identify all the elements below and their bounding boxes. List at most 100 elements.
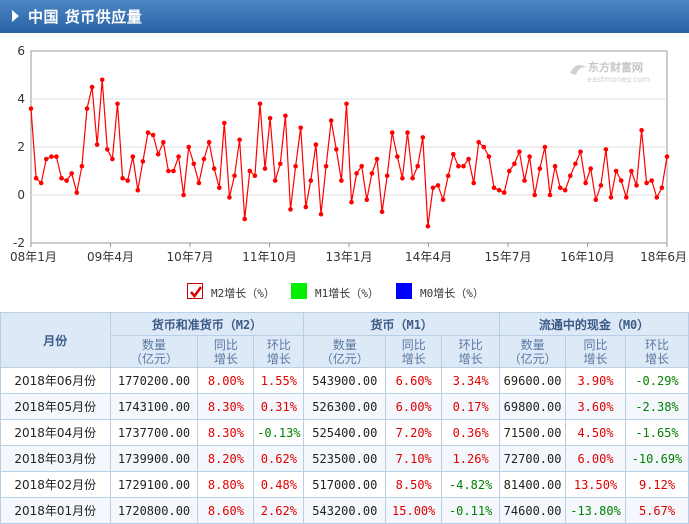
data-point <box>578 149 583 155</box>
data-point <box>573 161 578 167</box>
data-point <box>242 216 247 222</box>
data-point <box>308 178 314 183</box>
m0-yoy-growth-cell: 4.50% <box>565 419 626 446</box>
data-point <box>257 101 263 107</box>
data-point <box>501 190 507 195</box>
m2-group-header: 货币和准货币（M2） <box>109 312 305 336</box>
data-point <box>451 151 456 157</box>
data-point <box>79 163 85 169</box>
m0-mom-growth-cell: 5.67% <box>625 497 689 524</box>
data-point <box>466 156 471 162</box>
m2-yoy-growth-cell: 8.20% <box>197 445 255 472</box>
y-tick-label: 4 <box>17 92 25 106</box>
data-point <box>74 190 80 195</box>
sub-header-line: 增长 <box>458 351 483 366</box>
data-point <box>379 209 385 215</box>
sub-header-line: 同比 <box>583 337 608 352</box>
data-point <box>303 204 309 210</box>
data-point <box>369 171 375 176</box>
m2-mom-growth-cell: 0.48% <box>253 471 305 498</box>
data-point <box>471 180 477 186</box>
m1-mom-growth-cell: -0.11% <box>441 497 501 524</box>
data-point <box>222 120 227 126</box>
data-point <box>557 185 563 191</box>
data-point <box>618 178 624 183</box>
data-point <box>537 166 543 171</box>
data-point <box>334 147 339 152</box>
data-point <box>583 180 588 186</box>
data-point <box>415 163 421 169</box>
data-point <box>496 187 502 193</box>
data-point <box>608 195 614 200</box>
data-point <box>527 154 532 159</box>
y-tick-label: 2 <box>17 140 25 154</box>
data-point <box>247 168 253 174</box>
sub-header-line: 数量 <box>142 337 167 352</box>
data-point <box>135 187 141 193</box>
data-point <box>364 197 370 203</box>
m0-quantity-cell: 69600.00 <box>499 367 567 394</box>
data-point <box>603 147 609 152</box>
m0-mom-growth-cell: -10.69% <box>625 445 689 472</box>
data-point <box>486 154 492 159</box>
data-point <box>33 175 39 181</box>
data-point <box>624 195 629 200</box>
data-point <box>659 185 665 191</box>
y-tick-label: 6 <box>17 44 25 58</box>
data-point <box>288 207 293 212</box>
data-point <box>191 161 197 167</box>
m2-mom-growth-cell: -0.13% <box>253 419 305 446</box>
m2-yoy-growth-cell: 8.30% <box>197 393 255 420</box>
data-point <box>201 156 207 162</box>
table-row: 2018年06月份 1770200.00 8.00% 1.55% 543900.00 6.… <box>0 367 689 394</box>
data-point <box>130 154 136 159</box>
data-point <box>69 171 74 176</box>
green-swatch-icon[interactable] <box>291 283 307 299</box>
data-point <box>639 127 644 133</box>
m2-quantity-cell: 1743100.00 <box>109 393 199 420</box>
data-point <box>644 180 649 186</box>
data-point <box>629 168 634 174</box>
table-row: 2018年03月份 1739900.00 8.20% 0.62% 523500.00 7.… <box>0 445 689 472</box>
sub-header-line: （亿元） <box>508 351 557 366</box>
legend-label-m0: M0增长（%） <box>420 287 484 300</box>
table-row: 2018年05月份 1743100.00 8.30% 0.31% 526300.00 6.… <box>0 393 689 420</box>
m0-mom-growth-cell: -1.65% <box>625 419 689 446</box>
blue-swatch-icon[interactable] <box>396 283 412 299</box>
data-point <box>634 183 639 188</box>
sub-header-quantity: 数量 （亿元） <box>303 335 387 368</box>
checkbox-checked-icon[interactable] <box>187 283 203 299</box>
sub-header-mom-growth: 环比 增长 <box>253 335 305 368</box>
m2-yoy-growth-cell: 8.00% <box>197 367 255 394</box>
month-cell: 2018年05月份 <box>0 393 111 420</box>
table-row: 2018年04月份 1737700.00 8.30% -0.13% 525400.00 7… <box>0 419 689 446</box>
y-tick-label: -2 <box>13 236 25 250</box>
data-point <box>410 175 415 181</box>
data-point <box>89 84 95 90</box>
data-point <box>150 132 156 138</box>
data-point <box>552 163 558 169</box>
m0-yoy-growth-cell: 13.50% <box>565 471 626 498</box>
m0-mom-growth-cell: -0.29% <box>625 367 689 394</box>
m1-yoy-growth-cell: 15.00% <box>385 497 443 524</box>
data-point <box>562 187 568 193</box>
data-point <box>328 118 334 123</box>
data-point <box>155 151 161 157</box>
data-point <box>278 161 283 167</box>
data-point <box>374 156 380 162</box>
data-point <box>94 142 100 147</box>
m2-mom-growth-cell: 0.31% <box>253 393 305 420</box>
sub-header-line: 增长 <box>213 351 238 366</box>
data-point <box>59 175 64 181</box>
m0-mom-growth-cell: -2.38% <box>625 393 689 420</box>
table-row: 2018年01月份 1720800.00 8.60% 2.62% 543200.00 15… <box>0 497 689 524</box>
data-point <box>339 178 344 183</box>
m1-quantity-cell: 543200.00 <box>303 497 387 524</box>
month-cell: 2018年01月份 <box>0 497 111 524</box>
m0-yoy-growth-cell: 3.90% <box>565 367 626 394</box>
x-tick-label: 09年4月 <box>87 250 134 264</box>
month-column-header: 月份 <box>0 312 111 368</box>
data-point <box>272 178 278 183</box>
x-tick-label: 08年1月 <box>10 250 57 264</box>
m2-quantity-cell: 1720800.00 <box>109 497 199 524</box>
